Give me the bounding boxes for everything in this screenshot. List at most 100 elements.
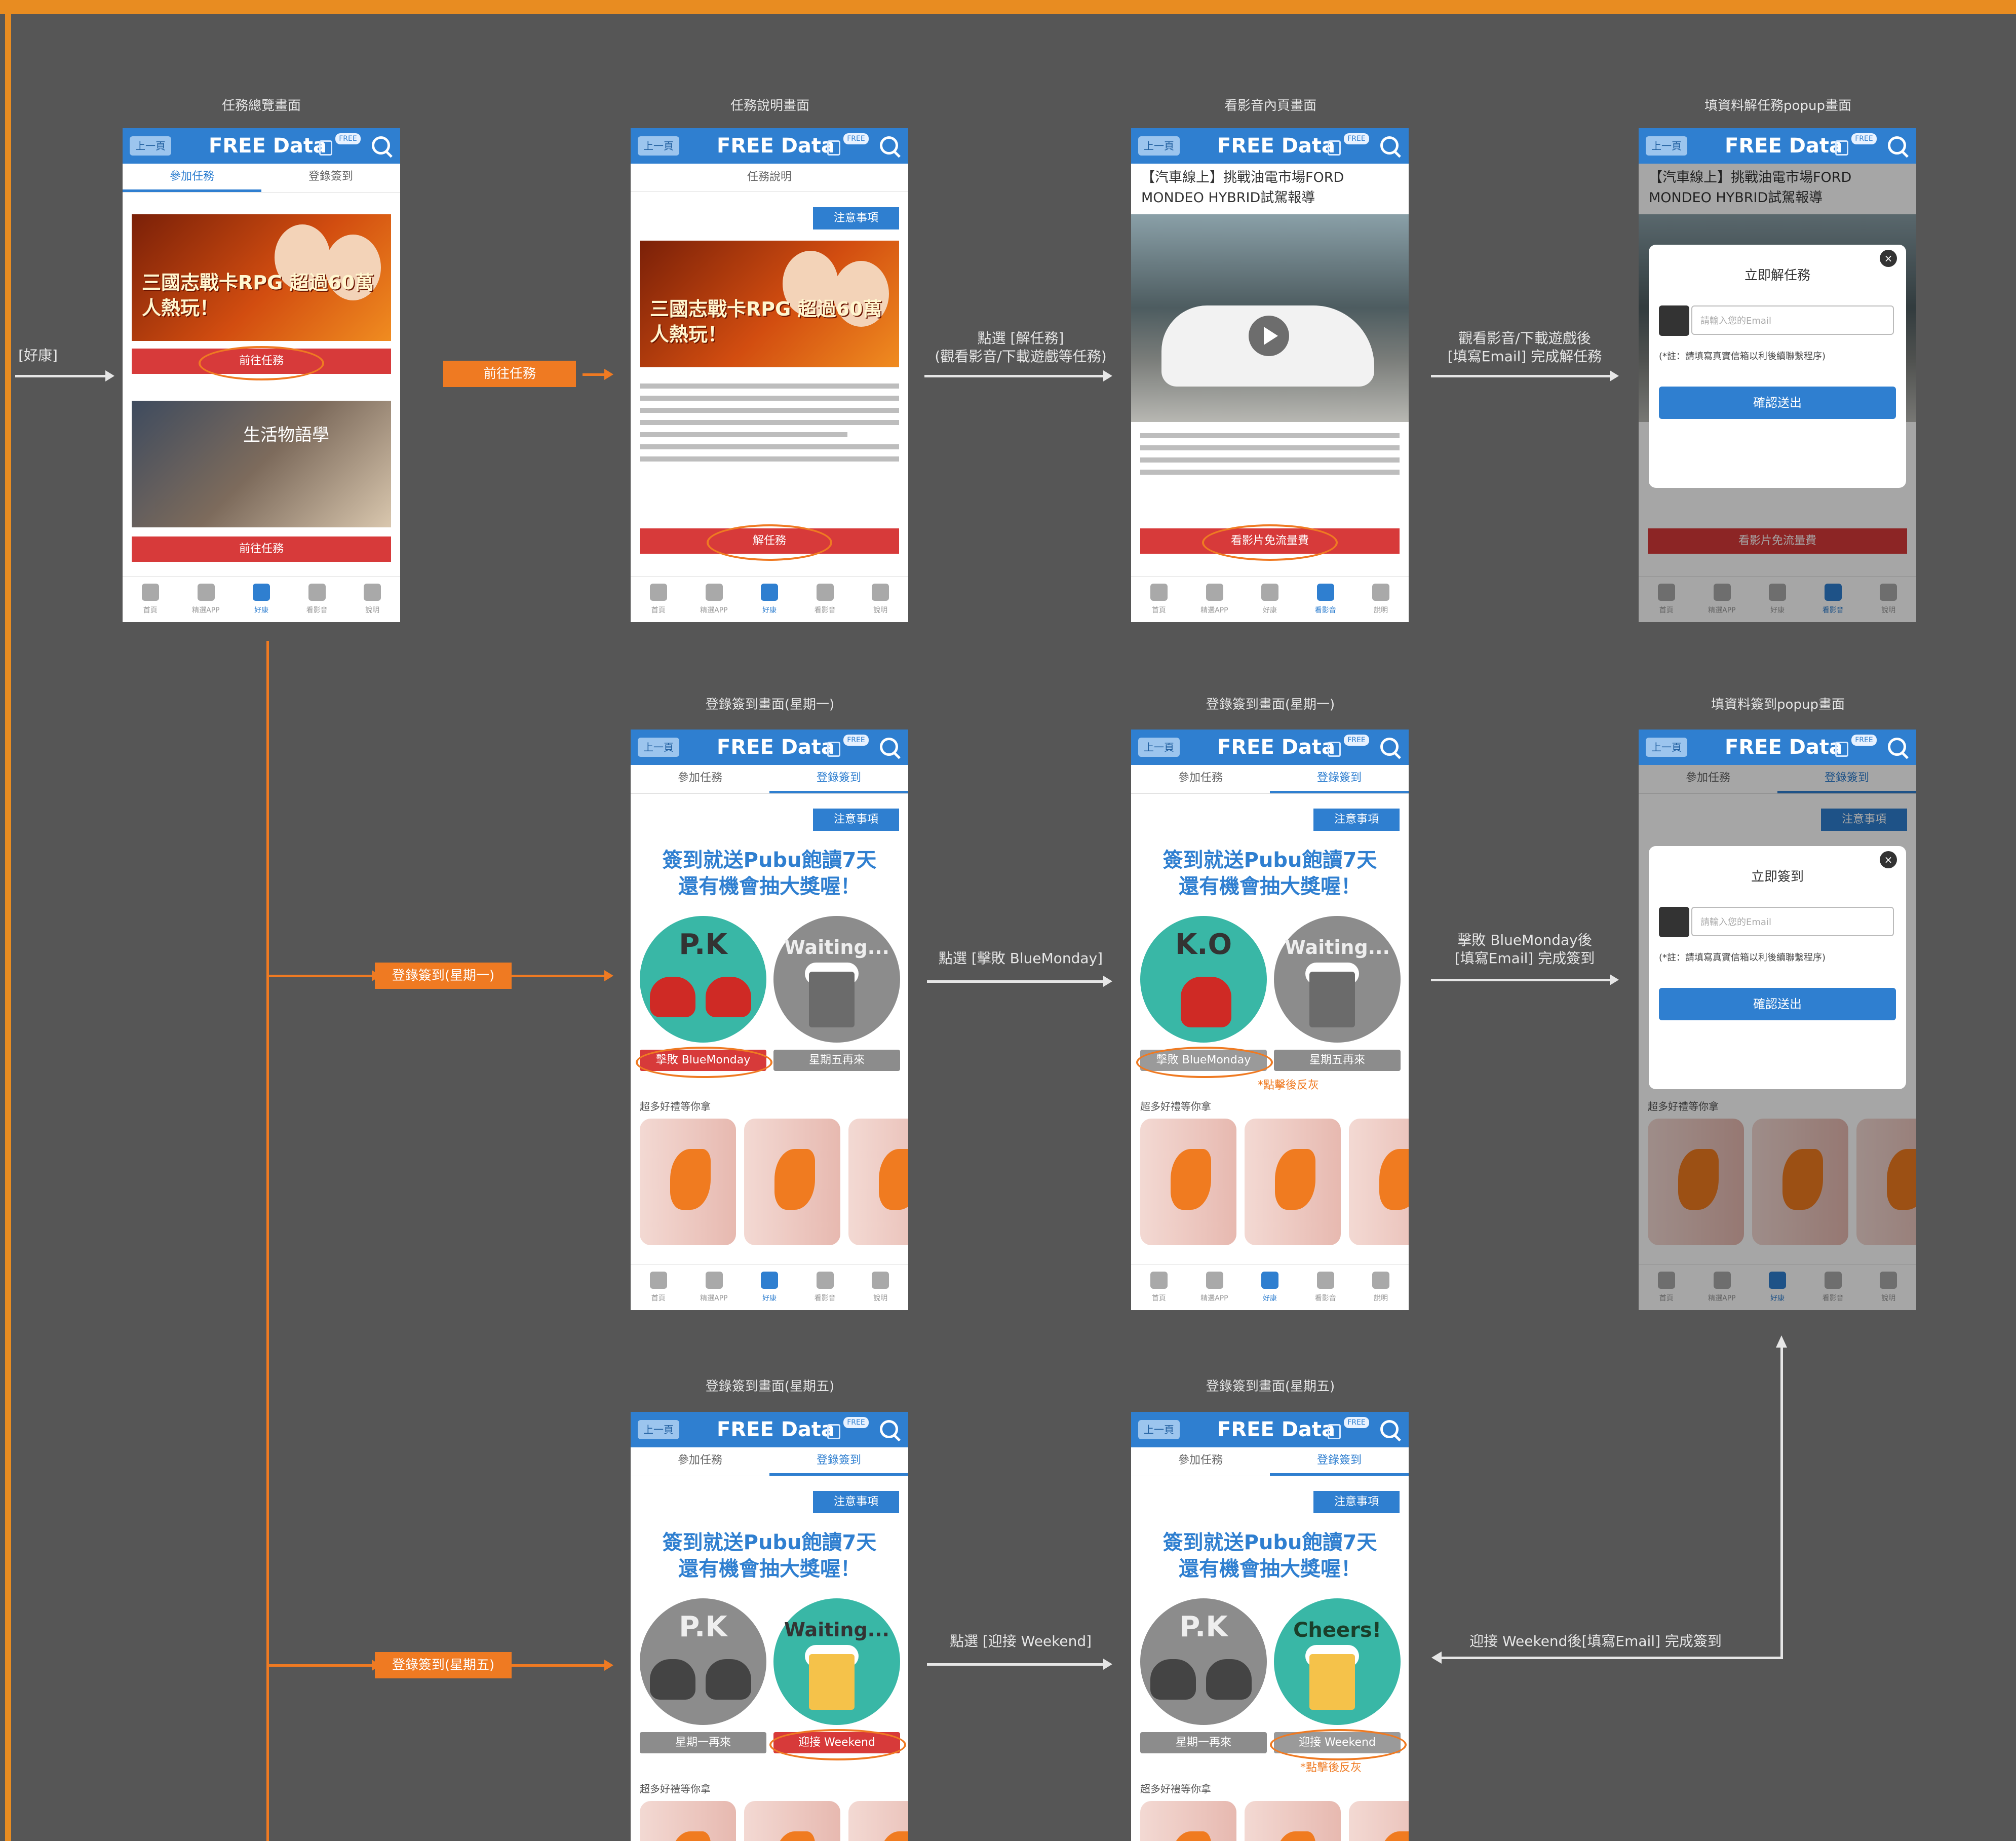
- tab-bar: 參加任務 登錄簽到: [631, 1447, 908, 1476]
- nav-deals[interactable]: 好康: [1242, 577, 1298, 622]
- nav-apps[interactable]: 精選APP: [1187, 1264, 1243, 1310]
- back-button[interactable]: 上一頁: [130, 136, 171, 156]
- banner-life[interactable]: 生活物語學: [132, 401, 391, 527]
- nav-label: 好康: [1262, 606, 1277, 615]
- phone-video: 上一頁 FREE Data FREE 【汽車線上】挑戰油電市場FORD MOND…: [1131, 128, 1409, 622]
- confirm-button[interactable]: 確認送出: [1659, 988, 1896, 1020]
- nav-home[interactable]: 首頁: [1131, 1264, 1187, 1310]
- nav-video[interactable]: 看影音: [797, 1264, 853, 1310]
- nav-home[interactable]: 首頁: [631, 577, 686, 622]
- pk-circle-grey: P.K: [1140, 1598, 1267, 1725]
- back-button[interactable]: 上一頁: [638, 1420, 679, 1439]
- tab-join[interactable]: 參加任務: [631, 765, 769, 793]
- go-task-button[interactable]: 前往任務: [132, 536, 391, 562]
- highlight-ring: [1270, 1729, 1407, 1760]
- app-header: 上一頁 FREE Data FREE: [631, 730, 908, 765]
- notice-button[interactable]: 注意事項: [813, 207, 899, 229]
- flow-arrow: [583, 369, 613, 380]
- close-icon[interactable]: ×: [1880, 851, 1897, 868]
- tab-checkin[interactable]: 登錄簽到: [1270, 1447, 1409, 1476]
- bottom-nav: 首頁 精選APP 好康 看影音 說明: [631, 1264, 908, 1310]
- back-button[interactable]: 上一頁: [638, 136, 679, 156]
- tab-join[interactable]: 參加任務: [123, 164, 261, 192]
- tab-checkin[interactable]: 登錄簽到: [1270, 765, 1409, 793]
- search-icon[interactable]: [372, 136, 390, 155]
- nav-home[interactable]: 首頁: [123, 577, 178, 622]
- nav-apps[interactable]: 精選APP: [1187, 577, 1243, 622]
- tab-checkin[interactable]: 登錄簽到: [769, 765, 908, 793]
- notice-button[interactable]: 注意事項: [813, 809, 899, 831]
- back-button[interactable]: 上一頁: [1646, 738, 1687, 757]
- back-button[interactable]: 上一頁: [1138, 738, 1180, 757]
- tab-join[interactable]: 參加任務: [1131, 765, 1270, 793]
- search-icon[interactable]: [1380, 738, 1399, 756]
- back-button[interactable]: 上一頁: [638, 738, 679, 757]
- notice-button[interactable]: 注意事項: [1313, 1491, 1400, 1513]
- nav-deals[interactable]: 好康: [234, 577, 289, 622]
- nav-info[interactable]: 說明: [852, 577, 908, 622]
- search-icon[interactable]: [880, 1420, 898, 1438]
- back-button[interactable]: 上一頁: [1138, 1420, 1180, 1439]
- tab-checkin[interactable]: 登錄簽到: [261, 164, 400, 192]
- highlight-ring: [636, 1047, 772, 1078]
- email-field[interactable]: 請輸入您的Email: [1691, 907, 1894, 936]
- flow-arrow: [512, 970, 613, 981]
- free-badge: FREE: [843, 735, 869, 746]
- email-field[interactable]: 請輸入您的Email: [1691, 305, 1894, 335]
- nav-video[interactable]: 看影音: [1298, 577, 1353, 622]
- app-icon: [705, 1272, 723, 1289]
- search-icon[interactable]: [1888, 136, 1906, 155]
- nav-apps[interactable]: 精選APP: [686, 1264, 742, 1310]
- nav-label: 說明: [1374, 1294, 1388, 1302]
- nav-apps[interactable]: 精選APP: [178, 577, 234, 622]
- beer-icon: [1309, 972, 1355, 1027]
- notice-button[interactable]: 注意事項: [813, 1491, 899, 1513]
- nav-deals[interactable]: 好康: [1242, 1264, 1298, 1310]
- info-icon: [872, 1272, 889, 1289]
- search-icon[interactable]: [1380, 136, 1399, 155]
- nav-apps[interactable]: 精選APP: [686, 577, 742, 622]
- nav-home[interactable]: 首頁: [631, 1264, 686, 1310]
- screen-title-solve-popup: 填資料解任務popup畫面: [1704, 98, 1851, 113]
- lock-icon: [1835, 742, 1848, 757]
- tab-join[interactable]: 參加任務: [1131, 1447, 1270, 1476]
- fri-again-pill: 星期五再來: [1274, 1050, 1401, 1071]
- nav-home[interactable]: 首頁: [1131, 577, 1187, 622]
- nav-video[interactable]: 看影音: [289, 577, 345, 622]
- nav-info[interactable]: 說明: [1353, 1264, 1409, 1310]
- lock-icon: [319, 140, 332, 156]
- prizes-label: 超多好禮等你拿: [640, 1100, 711, 1113]
- popup-title: 立即簽到: [1751, 869, 1804, 885]
- flow-arrow: [927, 976, 1112, 987]
- notice-button[interactable]: 注意事項: [1313, 809, 1400, 831]
- search-icon[interactable]: [880, 136, 898, 155]
- search-icon[interactable]: [880, 738, 898, 756]
- waiting-circle: Waiting...: [773, 916, 900, 1043]
- ko-circle: K.O: [1140, 916, 1267, 1043]
- tab-bar: 參加任務 登錄簽到: [1131, 765, 1409, 794]
- tab-checkin[interactable]: 登錄簽到: [769, 1447, 908, 1476]
- nav-label: 精選APP: [1200, 606, 1228, 615]
- nav-video[interactable]: 看影音: [797, 577, 853, 622]
- close-icon[interactable]: ×: [1880, 250, 1897, 267]
- nav-info[interactable]: 說明: [1353, 577, 1409, 622]
- nav-deals[interactable]: 好康: [742, 1264, 797, 1310]
- nav-video[interactable]: 看影音: [1298, 1264, 1353, 1310]
- play-icon[interactable]: [1249, 316, 1289, 356]
- nav-label: 好康: [1262, 1294, 1277, 1302]
- confirm-button[interactable]: 確認送出: [1659, 387, 1896, 419]
- nav-deals[interactable]: 好康: [742, 577, 797, 622]
- tab-join[interactable]: 參加任務: [631, 1447, 769, 1476]
- nav-label: 首頁: [143, 606, 158, 615]
- banner-game[interactable]: 三國志戰卡RPG 超過60萬人熱玩！: [132, 214, 391, 341]
- app-title: FREE Data: [717, 134, 835, 158]
- back-button[interactable]: 上一頁: [1646, 136, 1687, 156]
- gift-icon: [761, 584, 779, 601]
- search-icon[interactable]: [1380, 1420, 1399, 1438]
- video-player[interactable]: [1131, 214, 1409, 422]
- nav-label: 精選APP: [700, 1294, 728, 1302]
- nav-info[interactable]: 說明: [852, 1264, 908, 1310]
- back-button[interactable]: 上一頁: [1138, 136, 1180, 156]
- nav-info[interactable]: 說明: [344, 577, 400, 622]
- search-icon[interactable]: [1888, 738, 1906, 756]
